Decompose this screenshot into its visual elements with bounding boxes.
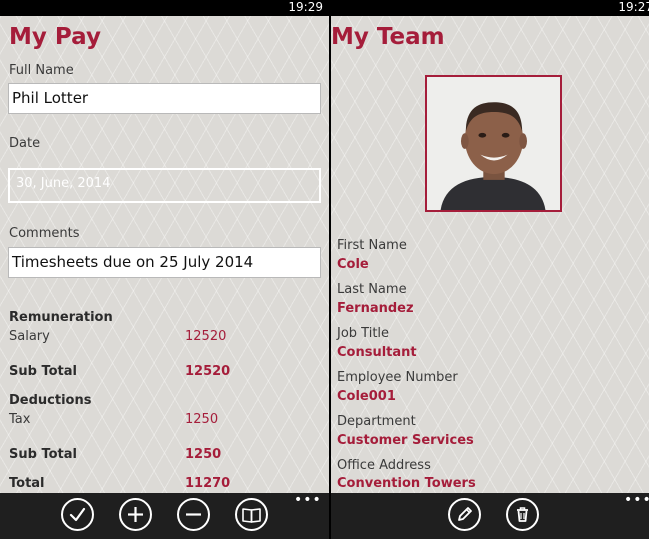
app-bar: ••• xyxy=(0,493,329,539)
total-value: 11270 xyxy=(185,476,231,491)
more-menu-button[interactable]: ••• xyxy=(624,493,649,507)
deductions-sub-total-value: 1250 xyxy=(185,447,222,462)
save-button[interactable] xyxy=(61,498,94,531)
status-bar: 19:27 xyxy=(331,0,649,16)
page-title: My Pay xyxy=(9,24,101,50)
book-icon xyxy=(242,508,261,523)
tax-value: 1250 xyxy=(185,412,219,427)
office-address-label: Office Address xyxy=(337,458,431,473)
edit-icon xyxy=(458,507,472,521)
department-value: Customer Services xyxy=(337,433,474,448)
status-clock: 19:27 xyxy=(618,0,649,14)
last-name-value: Fernandez xyxy=(337,301,414,316)
first-name-value: Cole xyxy=(337,257,369,272)
book-button[interactable] xyxy=(235,498,268,531)
department-label: Department xyxy=(337,414,416,429)
add-icon xyxy=(128,507,143,522)
last-name-label: Last Name xyxy=(337,282,407,297)
remove-button[interactable] xyxy=(177,498,210,531)
full-name-label: Full Name xyxy=(9,63,74,78)
status-bar: 19:29 xyxy=(0,0,329,16)
employee-number-label: Employee Number xyxy=(337,370,458,385)
sub-total-value: 12520 xyxy=(185,364,231,379)
remove-icon xyxy=(186,513,201,516)
app-bar: ••• xyxy=(331,493,649,539)
comments-field[interactable]: Timesheets due on 25 July 2014 xyxy=(8,247,321,278)
my-pay-screen: 19:29 My Pay Full Name Phil Lotter Date … xyxy=(0,0,329,539)
deductions-sub-total-label: Sub Total xyxy=(9,447,77,462)
comments-label: Comments xyxy=(9,226,80,241)
date-picker[interactable]: 30, June, 2014 xyxy=(8,168,321,203)
delete-button[interactable] xyxy=(506,498,539,531)
full-name-field[interactable]: Phil Lotter xyxy=(8,83,321,114)
employee-number-value: Cole001 xyxy=(337,389,396,404)
remuneration-heading: Remuneration xyxy=(9,310,113,325)
add-button[interactable] xyxy=(119,498,152,531)
employee-photo xyxy=(425,75,562,212)
tax-label: Tax xyxy=(9,412,31,427)
status-clock: 19:29 xyxy=(288,0,323,14)
salary-value: 12520 xyxy=(185,329,227,344)
deductions-heading: Deductions xyxy=(9,393,92,408)
job-title-label: Job Title xyxy=(337,326,390,341)
total-label: Total xyxy=(9,476,45,491)
delete-icon xyxy=(517,507,528,522)
page-title: My Team xyxy=(331,24,445,50)
sub-total-label: Sub Total xyxy=(9,364,77,379)
more-menu-button[interactable]: ••• xyxy=(294,493,322,507)
job-title-value: Consultant xyxy=(337,345,417,360)
first-name-label: First Name xyxy=(337,238,407,253)
office-address-value: Convention Towers xyxy=(337,476,476,491)
check-icon xyxy=(69,507,86,522)
edit-button[interactable] xyxy=(448,498,481,531)
avatar xyxy=(427,77,560,210)
salary-label: Salary xyxy=(9,329,50,344)
my-team-screen: 19:27 My Team First Name Cole Last Name … xyxy=(331,0,649,539)
my-pay-content: My Pay Full Name Phil Lotter Date 30, Ju… xyxy=(0,16,329,493)
date-label: Date xyxy=(9,136,41,151)
my-team-content: My Team First Name Cole Last Name Fernan… xyxy=(331,16,649,493)
